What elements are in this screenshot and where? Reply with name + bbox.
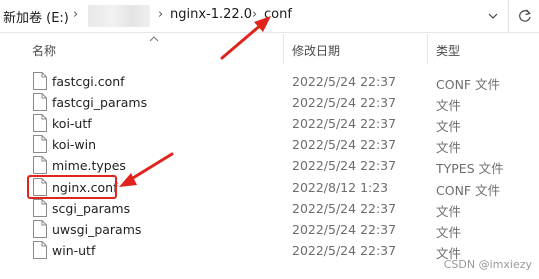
file-date: 2022/5/24 22:37 — [292, 137, 397, 152]
file-type: TYPES 文件 — [436, 161, 504, 176]
file-name: fastcgi_params — [52, 95, 148, 110]
column-type-header[interactable]: 类型 — [436, 42, 460, 59]
file-row[interactable]: uwsgi_params 2022/5/24 22:37 文件 — [0, 219, 539, 240]
chevron-right-icon[interactable]: › — [158, 7, 163, 22]
column-divider[interactable] — [283, 34, 284, 64]
file-name: win-utf — [52, 243, 96, 258]
column-divider[interactable] — [427, 34, 428, 64]
file-row[interactable]: koi-win 2022/5/24 22:37 文件 — [0, 134, 539, 155]
file-type: 文件 — [436, 204, 462, 219]
file-date: 2022/8/12 1:23 — [292, 180, 389, 195]
file-name: scgi_params — [52, 201, 131, 216]
address-dropdown-icon[interactable] — [485, 8, 501, 24]
file-type: 文件 — [436, 119, 462, 134]
file-name: koi-win — [52, 137, 97, 152]
refresh-icon[interactable] — [516, 7, 534, 25]
breadcrumb-conf[interactable]: conf — [264, 7, 292, 22]
file-type: 文件 — [436, 225, 462, 240]
annotation-highlight-box — [27, 175, 117, 199]
file-type: 文件 — [436, 140, 462, 155]
file-icon — [33, 220, 47, 238]
file-row[interactable]: koi-utf 2022/5/24 22:37 文件 — [0, 113, 539, 134]
file-date: 2022/5/24 22:37 — [292, 116, 397, 131]
breadcrumb-drive[interactable]: 新加卷 (E:) — [3, 7, 69, 26]
file-row[interactable]: mime.types 2022/5/24 22:37 TYPES 文件 — [0, 155, 539, 176]
file-date: 2022/5/24 22:37 — [292, 74, 397, 89]
column-date-header[interactable]: 修改日期 — [292, 42, 340, 59]
file-type: 文件 — [436, 98, 462, 113]
file-icon — [33, 114, 47, 132]
file-date: 2022/5/24 22:37 — [292, 243, 397, 258]
file-row[interactable]: fastcgi_params 2022/5/24 22:37 文件 — [0, 92, 539, 113]
file-icon — [33, 156, 47, 174]
address-divider — [508, 0, 509, 32]
chevron-right-icon[interactable]: › — [73, 7, 78, 22]
column-header: 名称 修改日期 类型 — [0, 33, 539, 65]
sort-ascending-icon — [149, 36, 159, 42]
file-icon — [33, 241, 47, 259]
file-icon — [33, 72, 47, 90]
watermark: CSDN @imxiezy — [443, 258, 532, 271]
file-type: CONF 文件 — [436, 77, 501, 92]
file-name: koi-utf — [52, 116, 92, 131]
file-explorer-window: 新加卷 (E:) › › nginx-1.22.0 › conf 名称 修改日期… — [0, 0, 539, 279]
file-name: uwsgi_params — [52, 222, 142, 237]
file-icon — [33, 135, 47, 153]
file-row[interactable]: scgi_params 2022/5/24 22:37 文件 — [0, 198, 539, 219]
file-name: fastcgi.conf — [52, 74, 125, 89]
file-date: 2022/5/24 22:37 — [292, 201, 397, 216]
blurred-breadcrumb — [88, 5, 150, 27]
breadcrumb-nginx[interactable]: nginx-1.22.0 — [170, 7, 252, 22]
file-name: mime.types — [52, 158, 126, 173]
file-type: CONF 文件 — [436, 183, 501, 198]
file-icon — [33, 199, 47, 217]
file-date: 2022/5/24 22:37 — [292, 222, 397, 237]
address-bar[interactable]: 新加卷 (E:) › › nginx-1.22.0 › conf — [0, 0, 539, 33]
file-date: 2022/5/24 22:37 — [292, 158, 397, 173]
file-date: 2022/5/24 22:37 — [292, 95, 397, 110]
file-row[interactable]: fastcgi.conf 2022/5/24 22:37 CONF 文件 — [0, 71, 539, 92]
chevron-right-icon[interactable]: › — [252, 7, 257, 22]
column-name-header[interactable]: 名称 — [32, 42, 56, 59]
file-icon — [33, 93, 47, 111]
